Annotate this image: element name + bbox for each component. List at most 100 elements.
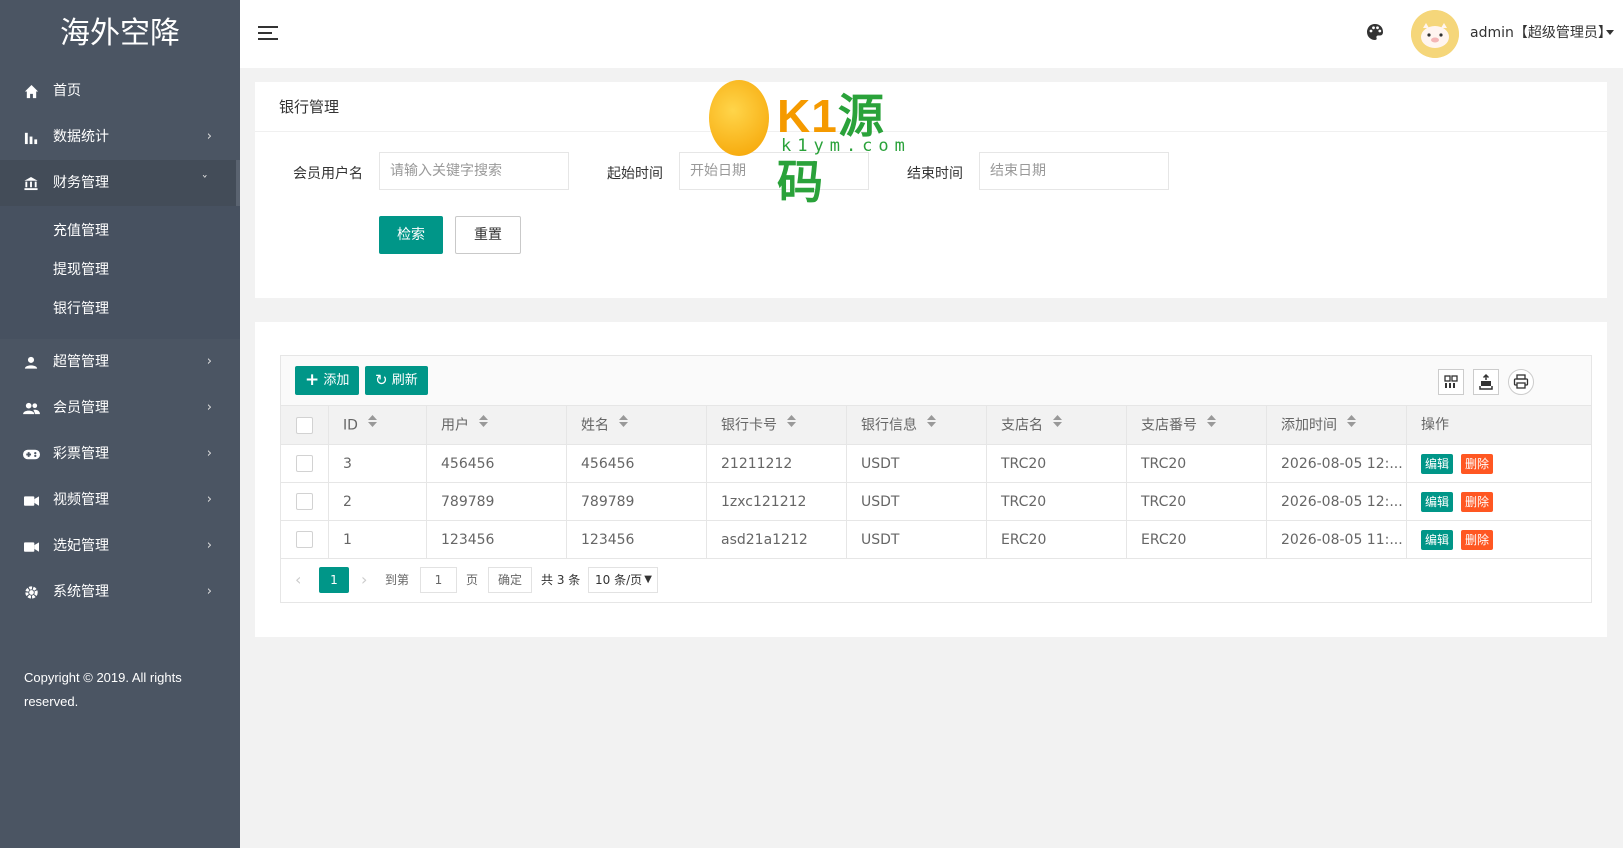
sort-icon[interactable]	[479, 404, 488, 443]
cell-branch: TRC20	[986, 445, 1126, 483]
sidebar-item-label: 数据统计	[53, 129, 109, 145]
video-icon	[22, 523, 40, 569]
sidebar-item-finance[interactable]: 财务管理 ˇ	[0, 160, 240, 206]
menu-toggle-icon[interactable]	[258, 24, 280, 42]
column-header-branch[interactable]: 支店名	[986, 406, 1126, 445]
sidebar: 海外空降 首页 数据统计 › 财务管理 ˇ 充值管理 提现管理 银行管理 超管管…	[0, 0, 240, 848]
cell-name: 456456	[566, 445, 706, 483]
prev-page-icon[interactable]: ‹	[295, 567, 315, 593]
cell-actions: 编辑 删除	[1406, 445, 1591, 483]
cell-card: 1zxc121212	[706, 483, 846, 521]
sidebar-item-label: 彩票管理	[53, 446, 109, 462]
cell-actions: 编辑 删除	[1406, 483, 1591, 521]
edit-button[interactable]: 编辑	[1421, 530, 1454, 550]
sidebar-item-label: 会员管理	[53, 400, 109, 416]
plus-icon: +	[305, 370, 320, 390]
sidebar-item-label: 首页	[53, 83, 81, 99]
goto-page-input[interactable]: 1	[420, 567, 457, 593]
columns-filter-icon[interactable]	[1438, 369, 1464, 395]
cell-id: 1	[328, 521, 426, 559]
cell-name: 123456	[566, 521, 706, 559]
goto-confirm-button[interactable]: 确定	[488, 567, 532, 593]
cell-name: 789789	[566, 483, 706, 521]
cell-user: 123456	[426, 521, 566, 559]
cell-branch-no: TRC20	[1126, 445, 1266, 483]
refresh-icon: ↻	[375, 371, 388, 389]
cell-bank: USDT	[846, 521, 986, 559]
page-number-current[interactable]: 1	[319, 567, 349, 593]
page-title: 银行管理	[255, 82, 1607, 132]
sidebar-item-members[interactable]: 会员管理 ›	[0, 385, 240, 431]
user-menu[interactable]: admin【超级管理员】	[1470, 22, 1612, 42]
cell-id: 3	[328, 445, 426, 483]
column-header-time[interactable]: 添加时间	[1266, 406, 1406, 445]
sort-icon[interactable]	[1347, 404, 1356, 443]
reset-button[interactable]: 重置	[455, 216, 521, 254]
delete-button[interactable]: 删除	[1461, 454, 1494, 474]
caret-down-icon[interactable]	[1606, 30, 1614, 35]
column-header-bank[interactable]: 银行信息	[846, 406, 986, 445]
column-header-name[interactable]: 姓名	[566, 406, 706, 445]
row-checkbox[interactable]	[296, 493, 313, 510]
sort-icon[interactable]	[787, 404, 796, 443]
chevron-down-icon: ˇ	[201, 175, 209, 190]
sidebar-item-selection[interactable]: 选妃管理 ›	[0, 523, 240, 569]
add-button[interactable]: + 添加	[295, 366, 360, 395]
sidebar-subitem-bank[interactable]: 银行管理	[0, 290, 240, 329]
cell-time: 2026-08-05 11:...	[1266, 521, 1406, 559]
column-header-id[interactable]: ID	[328, 406, 426, 445]
pagination: ‹ 1 › 到第 1 页 确定 共 3 条 10 条/页 ▼	[281, 559, 1591, 602]
cell-user: 456456	[426, 445, 566, 483]
total-count: 共 3 条	[541, 573, 581, 587]
watermark-url: k1ym.com	[781, 136, 911, 156]
end-date-input[interactable]: 结束日期	[979, 152, 1169, 190]
bar-chart-icon	[22, 114, 40, 160]
next-page-icon[interactable]: ›	[361, 567, 381, 593]
cell-time: 2026-08-05 12:...	[1266, 445, 1406, 483]
table-card: + 添加 ↻ 刷新 ID 用户 姓名 银行卡号 银行信息 支店名 支店番号 添加…	[255, 322, 1607, 637]
sidebar-item-lottery[interactable]: 彩票管理 ›	[0, 431, 240, 477]
app-logo[interactable]: 海外空降	[0, 0, 240, 68]
sort-icon[interactable]	[1053, 404, 1062, 443]
refresh-button[interactable]: ↻ 刷新	[365, 366, 428, 395]
cell-id: 2	[328, 483, 426, 521]
sidebar-item-stats[interactable]: 数据统计 ›	[0, 114, 240, 160]
edit-button[interactable]: 编辑	[1421, 454, 1454, 474]
copyright-text: Copyright © 2019. All rights reserved.	[24, 670, 182, 709]
start-time-label: 起始时间	[607, 166, 663, 182]
select-all-checkbox[interactable]	[296, 417, 313, 434]
column-header-branch-no[interactable]: 支店番号	[1126, 406, 1266, 445]
sidebar-subitem-recharge[interactable]: 充值管理	[0, 212, 240, 251]
sort-icon[interactable]	[619, 404, 628, 443]
sidebar-item-home[interactable]: 首页	[0, 68, 240, 114]
sidebar-item-video[interactable]: 视频管理 ›	[0, 477, 240, 523]
delete-button[interactable]: 删除	[1461, 492, 1494, 512]
table-header: ID 用户 姓名 银行卡号 银行信息 支店名 支店番号 添加时间 操作	[281, 406, 1591, 445]
avatar[interactable]	[1411, 10, 1459, 58]
print-icon[interactable]	[1508, 369, 1534, 395]
export-icon[interactable]	[1473, 369, 1499, 395]
sort-icon[interactable]	[927, 404, 936, 443]
row-checkbox[interactable]	[296, 531, 313, 548]
chevron-right-icon: ›	[206, 400, 212, 415]
user-icon	[22, 339, 40, 385]
row-checkbox[interactable]	[296, 455, 313, 472]
cell-card: 21211212	[706, 445, 846, 483]
member-search-input[interactable]: 请输入关键字搜索	[379, 152, 569, 190]
column-header-user[interactable]: 用户	[426, 406, 566, 445]
edit-button[interactable]: 编辑	[1421, 492, 1454, 512]
sidebar-item-admin[interactable]: 超管管理 ›	[0, 339, 240, 385]
sort-icon[interactable]	[367, 404, 377, 443]
page-size-select[interactable]: 10 条/页 ▼	[588, 567, 658, 593]
sidebar-item-label: 超管管理	[53, 354, 109, 370]
chevron-right-icon: ›	[206, 354, 212, 369]
table-row: 2 789789 789789 1zxc121212 USDT TRC20 TR…	[281, 483, 1591, 521]
sort-icon[interactable]	[1207, 404, 1216, 443]
sidebar-subitem-withdraw[interactable]: 提现管理	[0, 251, 240, 290]
column-header-card[interactable]: 银行卡号	[706, 406, 846, 445]
search-button[interactable]: 检索	[379, 216, 443, 254]
delete-button[interactable]: 删除	[1461, 530, 1494, 550]
sidebar-item-label: 选妃管理	[53, 538, 109, 554]
sidebar-item-system[interactable]: 系统管理 ›	[0, 569, 240, 615]
palette-icon[interactable]	[1365, 22, 1387, 44]
